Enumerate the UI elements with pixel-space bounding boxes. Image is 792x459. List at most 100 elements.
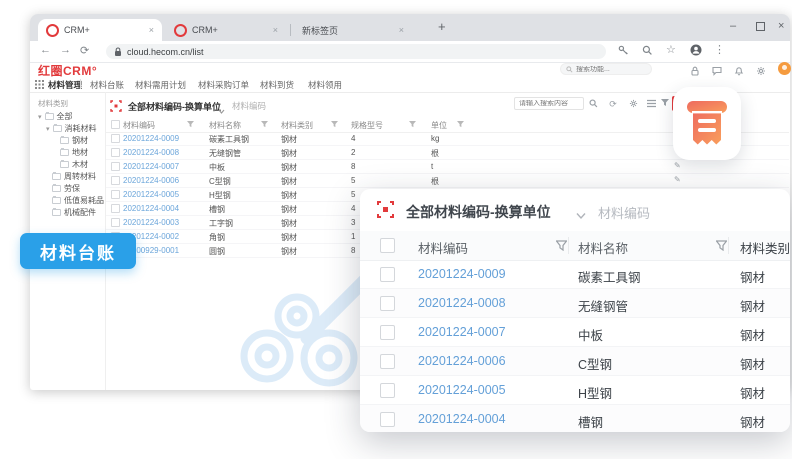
card-view-title[interactable]: 全部材料编码-换算单位 [406, 202, 551, 222]
row-checkbox[interactable] [111, 176, 120, 185]
key-icon[interactable] [618, 43, 629, 61]
gear-icon[interactable] [628, 99, 638, 109]
reload-icon[interactable]: ⟳ [80, 44, 89, 57]
filter-icon[interactable] [261, 121, 268, 130]
row-checkbox[interactable] [380, 325, 395, 340]
col-spec-model[interactable]: 规格型号 [351, 120, 383, 131]
cell-code[interactable]: 20201224-0009 [123, 134, 179, 143]
tree-item-low-value[interactable]: 低值易耗品 [52, 195, 104, 206]
card-row[interactable]: 20201224-0006C型钢钢材 [360, 347, 790, 376]
card-row[interactable]: 20201224-0009碳素工具钢钢材 [360, 260, 790, 289]
close-button[interactable]: × [778, 20, 784, 32]
card-row[interactable]: 20201224-0005H型钢钢材 [360, 376, 790, 405]
col-material-code[interactable]: 材料编码 [123, 120, 155, 131]
tab-crm-2[interactable]: CRM+ × [166, 19, 286, 41]
cell-code[interactable]: 20201224-0003 [123, 218, 179, 227]
cell-code[interactable]: 20201224-0008 [418, 296, 506, 310]
lock-icon[interactable] [690, 63, 700, 73]
col-material-code[interactable]: 材料编码 [418, 238, 468, 257]
cell-code[interactable]: 20201224-0008 [123, 148, 179, 157]
cell-code[interactable]: 20201224-0004 [123, 204, 179, 213]
filter-icon[interactable] [187, 121, 194, 130]
search-icon[interactable] [588, 99, 598, 109]
bell-icon[interactable] [734, 63, 744, 73]
tab-close-icon[interactable]: × [149, 25, 154, 35]
cell-code[interactable]: 20201224-0005 [418, 383, 506, 397]
row-checkbox[interactable] [111, 134, 120, 143]
tree-item-machine-parts[interactable]: 机械配件 [52, 207, 96, 218]
refresh-icon[interactable]: ⟳ [608, 99, 618, 109]
row-checkbox[interactable] [111, 204, 120, 213]
chevron-down-icon[interactable] [218, 102, 225, 109]
tree-item-turnover[interactable]: 周转材料 [52, 171, 96, 182]
apps-grid-icon[interactable] [35, 80, 44, 89]
select-all-checkbox[interactable] [111, 120, 120, 129]
select-all-checkbox[interactable] [380, 238, 395, 253]
card-row[interactable]: 20201224-0007中板钢材 [360, 318, 790, 347]
row-checkbox[interactable] [111, 148, 120, 157]
col-material-name[interactable]: 材料名称 [578, 238, 628, 257]
cell-code[interactable]: 20201224-0007 [418, 325, 506, 339]
cell-code[interactable]: 20201224-0007 [123, 162, 179, 171]
tree-item-steel[interactable]: 钢材 [60, 135, 88, 146]
forward-icon[interactable]: → [60, 44, 71, 56]
tab-close-icon[interactable]: × [399, 25, 404, 35]
nav-item-purchase-order[interactable]: 材料采购订单 [198, 79, 249, 91]
edit-icon[interactable]: ✎ [674, 161, 681, 170]
user-avatar[interactable] [778, 62, 791, 75]
card-row[interactable]: 20201224-0008无缝钢管钢材 [360, 289, 790, 318]
menu-dots-icon[interactable]: ⋮ [714, 43, 725, 56]
filter-icon[interactable] [716, 240, 727, 254]
minimize-button[interactable]: – [730, 20, 736, 32]
maximize-button[interactable] [756, 22, 765, 34]
url-field[interactable]: cloud.hecom.cn/list [106, 44, 606, 59]
row-checkbox[interactable] [111, 190, 120, 199]
nav-item-requisition[interactable]: 材料领用 [308, 79, 342, 91]
filter-icon[interactable] [457, 121, 464, 130]
nav-item-demand-plan[interactable]: 材料需用计划 [135, 79, 186, 91]
gear-icon[interactable] [756, 63, 766, 73]
new-tab-button[interactable]: + [438, 19, 446, 34]
app-search-input[interactable] [576, 66, 646, 73]
col-material-category[interactable]: 材料类别 [740, 238, 790, 257]
row-checkbox[interactable] [380, 354, 395, 369]
row-checkbox[interactable] [380, 267, 395, 282]
nav-item-arrival[interactable]: 材料到货 [260, 79, 294, 91]
col-material-name[interactable]: 材料名称 [209, 120, 241, 131]
filter-icon[interactable] [556, 240, 567, 254]
view-title[interactable]: 全部材料编码-换算单位 [128, 100, 221, 113]
table-search-input[interactable] [519, 100, 577, 107]
row-checkbox[interactable] [111, 218, 120, 227]
filter-icon[interactable] [660, 99, 670, 109]
chevron-down-icon[interactable]: ▾ [46, 125, 50, 133]
table-row[interactable]: 20201224-0007中板钢材8t✎ [106, 160, 789, 174]
app-search-field[interactable] [560, 63, 652, 75]
tree-item-all[interactable]: ▾全部 [38, 111, 73, 122]
tab-close-icon[interactable]: × [273, 25, 278, 35]
tab-crm-active[interactable]: CRM+ × [38, 19, 162, 41]
chevron-down-icon[interactable]: ▾ [38, 113, 42, 121]
row-checkbox[interactable] [380, 383, 395, 398]
chat-icon[interactable] [712, 63, 722, 73]
cell-code[interactable]: 20201224-0009 [418, 267, 506, 281]
table-row[interactable]: 20201224-0006C型钢钢材5根✎ [106, 174, 789, 188]
tree-item-consumables[interactable]: ▾消耗材料 [46, 123, 97, 134]
row-checkbox[interactable] [111, 162, 120, 171]
zoom-icon[interactable] [642, 43, 653, 61]
card-row[interactable]: 20201224-0004槽钢钢材 [360, 405, 790, 432]
col-unit[interactable]: 单位 [431, 120, 447, 131]
cell-code[interactable]: 20201224-0006 [418, 354, 506, 368]
edit-icon[interactable]: ✎ [674, 175, 681, 184]
chevron-down-icon[interactable] [576, 207, 586, 215]
nav-item-material-ledger[interactable]: 材料台账 [90, 79, 124, 91]
row-checkbox[interactable] [380, 412, 395, 427]
list-view-icon[interactable] [646, 99, 656, 109]
table-search-field[interactable] [514, 97, 584, 110]
tree-item-wood[interactable]: 木材 [60, 159, 88, 170]
col-material-category[interactable]: 材料类别 [281, 120, 313, 131]
tree-item-ground[interactable]: 地材 [60, 147, 88, 158]
profile-avatar-icon[interactable] [690, 43, 702, 61]
cell-code[interactable]: 20201224-0006 [123, 176, 179, 185]
row-checkbox[interactable] [380, 296, 395, 311]
back-icon[interactable]: ← [40, 44, 51, 56]
